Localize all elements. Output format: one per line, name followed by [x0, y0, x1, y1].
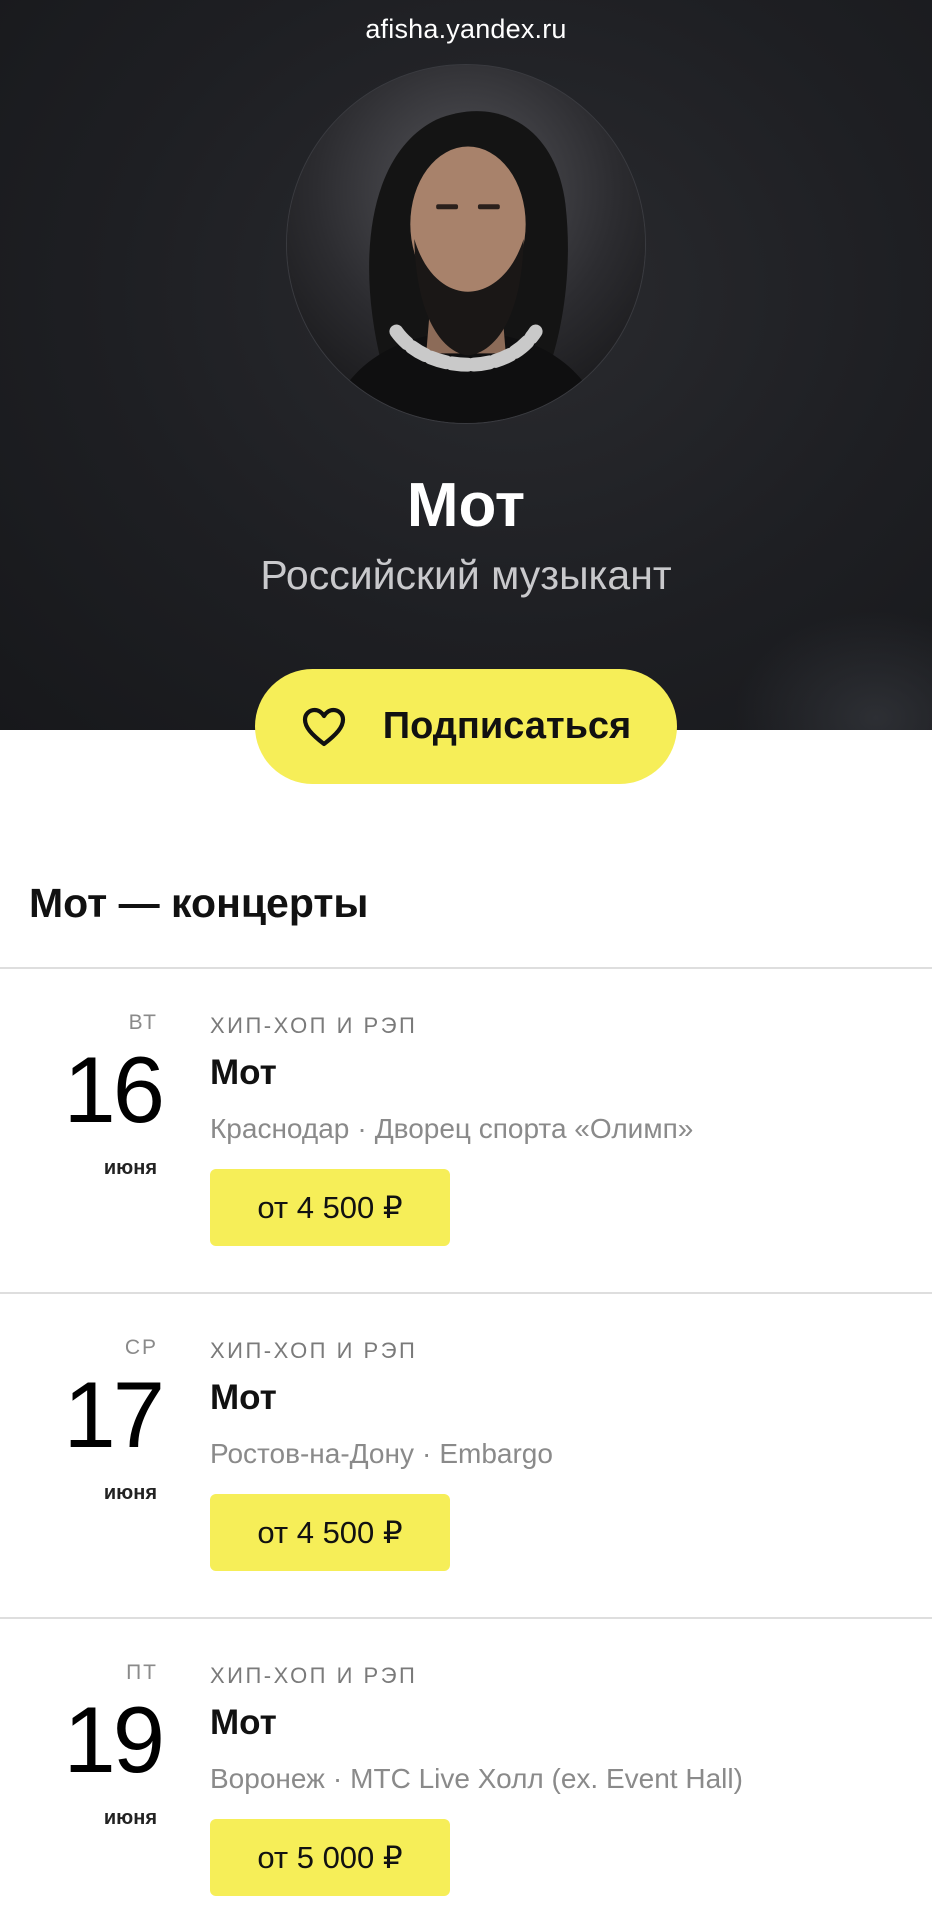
event-month: июня — [103, 1482, 157, 1504]
event-title[interactable]: Мот — [210, 1703, 277, 1743]
event-city: Краснодар — [210, 1113, 350, 1144]
separator-dot: · — [357, 1113, 367, 1144]
event-location: Краснодар · Дворец спорта «Олимп» — [210, 1113, 693, 1145]
artist-page: afisha.yandex.ru Мот Российский музыкант… — [0, 0, 932, 1920]
event-genre: ХИП-ХОП И РЭП — [210, 1663, 418, 1688]
subscribe-label: Подписаться — [382, 705, 632, 747]
artist-hero: afisha.yandex.ru Мот Российский музыкант — [0, 0, 932, 730]
separator-dot: · — [421, 1438, 432, 1469]
event-venue[interactable]: Дворец спорта «Олимп» — [375, 1113, 694, 1144]
event-card[interactable]: СР 17 июня ХИП-ХОП И РЭП Мот Ростов-на-Д… — [0, 1294, 932, 1616]
event-day: 16 — [63, 1037, 165, 1142]
concerts-heading: Мот — концерты — [29, 880, 369, 926]
separator-dot: · — [332, 1763, 343, 1794]
event-location: Воронеж · МТС Live Холл (ex. Event Hall) — [210, 1763, 743, 1795]
event-title[interactable]: Мот — [210, 1378, 277, 1418]
artist-photo — [287, 65, 645, 423]
heart-outline-icon — [301, 706, 347, 748]
event-weekday: ПТ — [126, 1661, 158, 1684]
ticket-price-button[interactable]: от 4 500 ₽ — [210, 1169, 450, 1246]
browser-url[interactable]: afisha.yandex.ru — [0, 14, 932, 45]
event-city: Ростов-на-Дону — [210, 1438, 414, 1469]
event-card[interactable]: ВТ 16 июня ХИП-ХОП И РЭП Мот Краснодар · Д… — [0, 969, 932, 1291]
event-venue[interactable]: МТС Live Холл (ex. Event Hall) — [350, 1763, 743, 1794]
event-month: июня — [103, 1157, 157, 1179]
artist-name: Мот — [406, 471, 526, 540]
event-weekday: СР — [124, 1336, 158, 1359]
event-location: Ростов-на-Дону · Embargo — [210, 1438, 553, 1470]
ticket-price-button[interactable]: от 4 500 ₽ — [210, 1494, 450, 1571]
artist-description: Российский музыкант — [260, 552, 672, 598]
event-month: июня — [103, 1807, 157, 1829]
event-title[interactable]: Мот — [210, 1053, 277, 1093]
event-city: Воронеж — [210, 1763, 325, 1794]
event-venue[interactable]: Embargo — [439, 1438, 553, 1469]
ticket-price-button[interactable]: от 5 000 ₽ — [210, 1819, 450, 1896]
event-weekday: ВТ — [128, 1011, 158, 1034]
event-genre: ХИП-ХОП И РЭП — [210, 1338, 418, 1363]
event-day: 19 — [63, 1687, 165, 1792]
event-card[interactable]: ПТ 19 июня ХИП-ХОП И РЭП Мот Воронеж · МТС… — [0, 1619, 932, 1920]
event-day: 17 — [63, 1362, 165, 1467]
subscribe-button[interactable]: Подписаться — [255, 669, 677, 784]
artist-avatar — [286, 64, 646, 424]
hero-background-shape — [732, 610, 932, 730]
event-genre: ХИП-ХОП И РЭП — [210, 1013, 418, 1038]
